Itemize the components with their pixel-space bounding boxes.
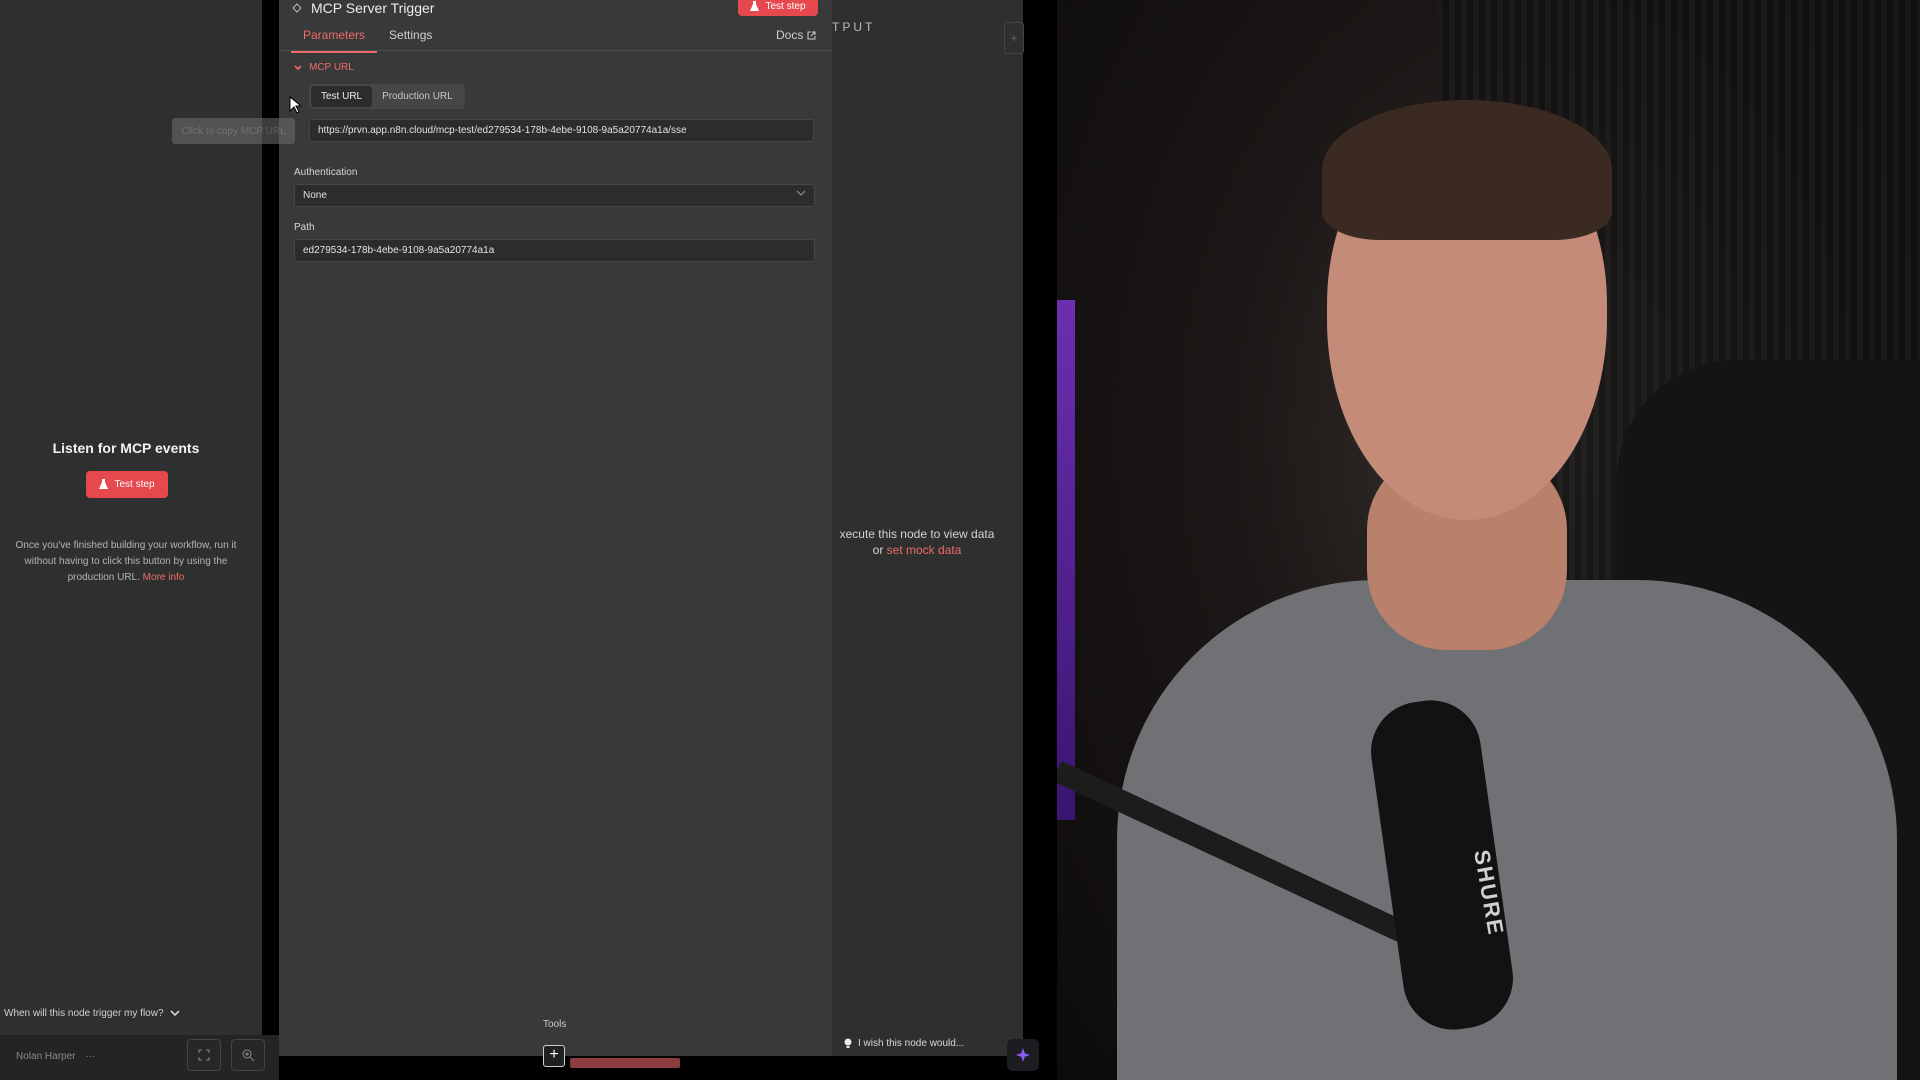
plus-icon: + (1010, 31, 1018, 45)
url-type-toggle: Test URL Production URL (309, 84, 465, 109)
plus-icon: + (549, 1046, 559, 1063)
path-input[interactable]: ed279534-178b-4ebe-9108-9a5a20774a1a (294, 239, 815, 262)
or-label: or (872, 543, 884, 557)
webcam-feed: SHURE (1057, 0, 1920, 1080)
docs-label: Docs (776, 28, 804, 42)
tab-parameters[interactable]: Parameters (291, 26, 378, 53)
wish-label: I wish this node would... (858, 1038, 965, 1049)
authentication-value: None (303, 190, 327, 201)
mcp-node-icon (292, 3, 302, 13)
sparkle-icon (1016, 1048, 1030, 1062)
purple-light (1057, 300, 1075, 820)
authentication-select[interactable]: None (294, 184, 815, 207)
flask-icon (750, 0, 760, 11)
flask-icon (99, 479, 109, 489)
presenter-hair (1322, 100, 1612, 240)
authentication-label: Authentication (294, 167, 358, 178)
fullscreen-button[interactable] (187, 1039, 221, 1071)
trigger-question-label: When will this node trigger my flow? (4, 1008, 164, 1019)
listen-title: Listen for MCP events (52, 440, 200, 456)
docs-link[interactable]: Docs (776, 28, 816, 42)
test-step-label: Test step (765, 0, 806, 12)
fullscreen-icon (198, 1049, 210, 1061)
test-url-option[interactable]: Test URL (311, 86, 373, 107)
set-mock-data-link[interactable]: set mock data (887, 543, 962, 557)
chevron-down-icon (169, 1010, 180, 1017)
user-name: Nolan Harper (16, 1051, 76, 1062)
output-title: TPUT (832, 20, 876, 34)
more-icon[interactable]: ··· (85, 1051, 95, 1062)
tool-connection-line (570, 1058, 680, 1068)
mcp-url-field[interactable]: https://prvn.app.n8n.cloud/mcp-test/ed27… (309, 119, 814, 142)
tools-label: Tools (543, 1019, 567, 1030)
mcp-url-heading: MCP URL (309, 62, 354, 73)
node-tabs: Parameters Settings (291, 26, 444, 53)
external-link-icon (807, 31, 816, 39)
ask-ai-button[interactable] (1007, 1039, 1039, 1071)
more-info-link[interactable]: More info (143, 572, 185, 583)
production-url-option[interactable]: Production URL (372, 86, 463, 107)
output-panel: TPUT + xecute this node to view data or … (832, 0, 1039, 1071)
output-empty-hint: xecute this node to view data or set moc… (832, 526, 1002, 558)
trigger-question[interactable]: When will this node trigger my flow? (4, 1008, 180, 1019)
add-tool-button[interactable]: + (543, 1045, 565, 1067)
chevron-down-icon (294, 64, 302, 70)
execute-hint: xecute this node to view data (839, 527, 995, 541)
tabs-divider (279, 50, 832, 51)
test-step-button[interactable]: Test step (738, 0, 818, 16)
cursor-icon (289, 96, 301, 114)
node-title[interactable]: MCP Server Trigger (311, 0, 434, 16)
chevron-down-icon (796, 190, 806, 196)
presenter-shirt (1117, 580, 1897, 1080)
hint-text: Once you've finished building your workf… (15, 540, 237, 583)
mcp-url-section-toggle[interactable]: MCP URL (294, 62, 354, 73)
zoom-in-button[interactable] (231, 1039, 265, 1071)
zoom-in-icon (242, 1049, 254, 1061)
trigger-hint: Once you've finished building your workf… (4, 538, 248, 586)
feedback-prompt[interactable]: I wish this node would... (844, 1038, 964, 1049)
node-header: MCP Server Trigger (291, 0, 434, 16)
output-expand-button[interactable]: + (1004, 22, 1024, 54)
lightbulb-icon (844, 1038, 852, 1048)
input-panel: Listen for MCP events Test step Once you… (0, 0, 262, 1035)
node-parameters-panel: MCP Server Trigger Test step Parameters … (279, 0, 832, 1067)
test-step-button-left[interactable]: Test step (86, 471, 168, 498)
test-step-label: Test step (114, 479, 155, 490)
tab-settings[interactable]: Settings (377, 26, 444, 53)
user-menu[interactable]: Nolan Harper ··· (16, 1051, 95, 1062)
copy-url-tooltip: Click to copy MCP URL (172, 118, 295, 144)
path-label: Path (294, 222, 315, 233)
